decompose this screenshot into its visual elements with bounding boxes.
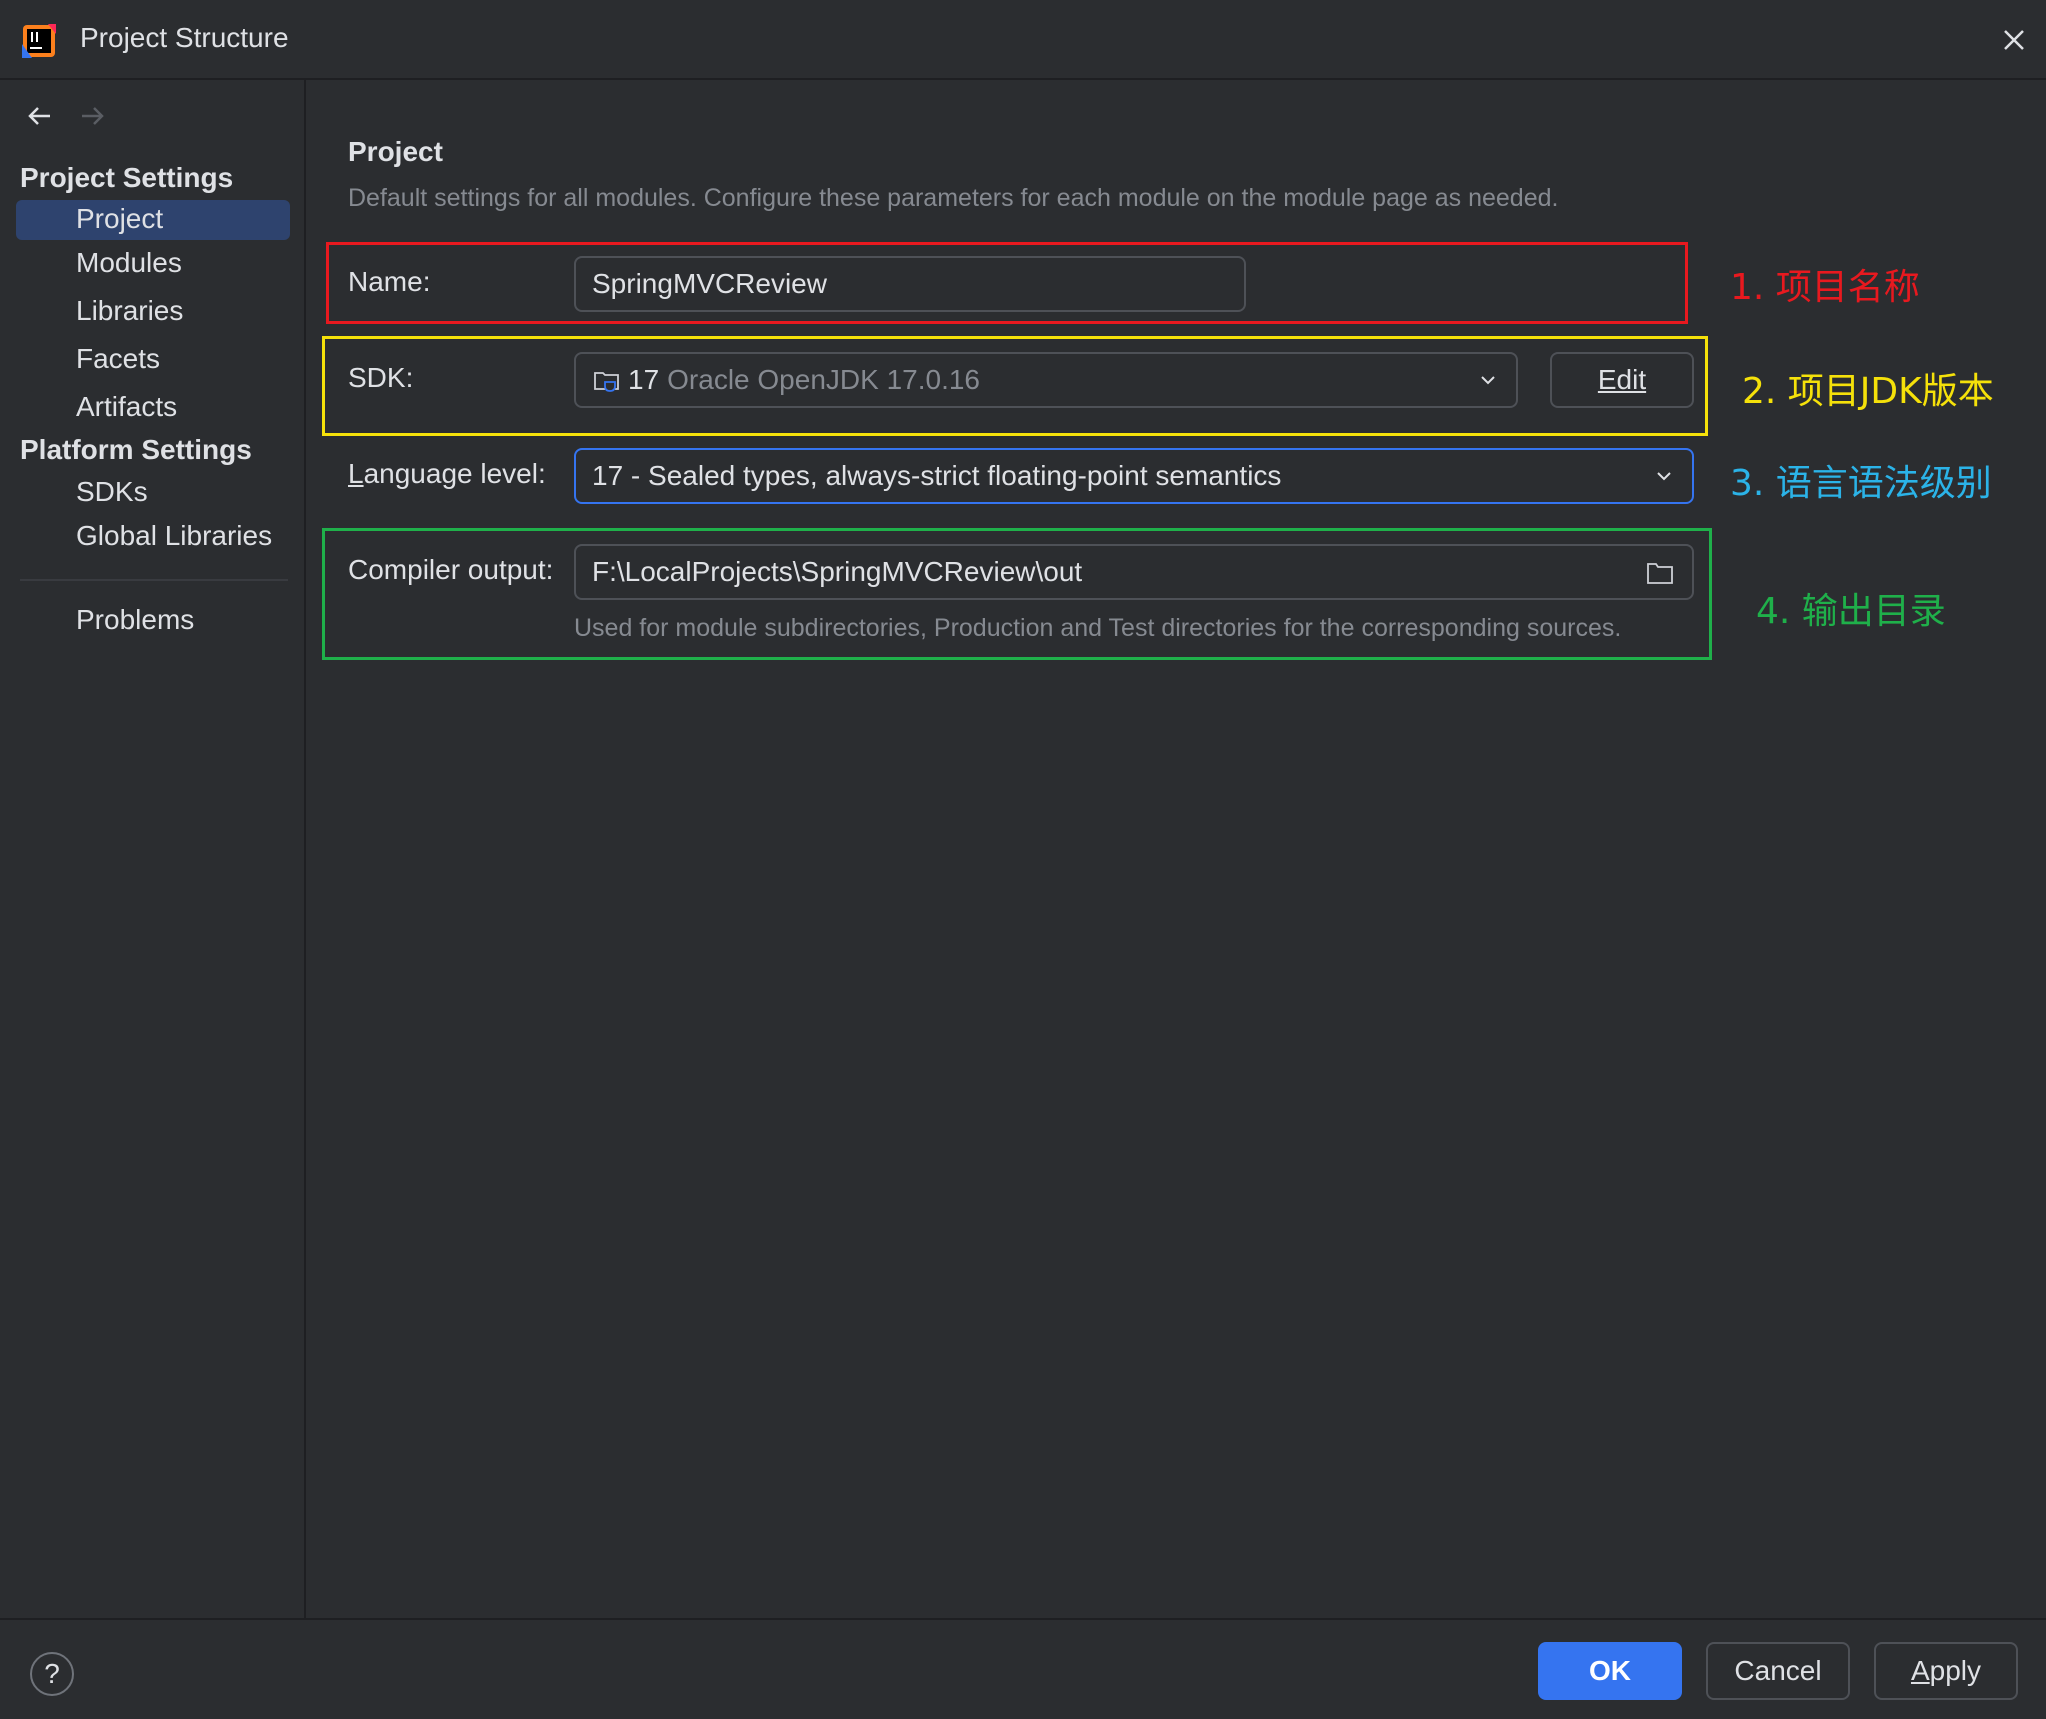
- annotation-3: 3. 语言语法级别: [1730, 463, 1992, 504]
- annotation-box-sdk: [322, 336, 1708, 436]
- help-button[interactable]: ?: [30, 1652, 74, 1696]
- project-settings-header: Project Settings: [20, 162, 234, 193]
- cancel-button-label: Cancel: [1734, 1655, 1822, 1686]
- forward-arrow-icon[interactable]: [76, 100, 108, 132]
- chevron-down-icon: [1657, 472, 1671, 481]
- sidebar-item-facets[interactable]: Facets: [76, 343, 160, 375]
- window-title: Project Structure: [80, 22, 289, 53]
- dialog-footer: ? OK Cancel Apply: [0, 1618, 2046, 1719]
- page-title: Project: [348, 136, 443, 167]
- sidebar-item-libraries[interactable]: Libraries: [76, 295, 183, 327]
- sidebar-item-modules[interactable]: Modules: [76, 247, 182, 279]
- annotation-box-name: [326, 242, 1688, 324]
- ok-button[interactable]: OK: [1538, 1642, 1682, 1700]
- sidebar-item-artifacts[interactable]: Artifacts: [76, 391, 177, 423]
- sidebar-item-project[interactable]: Project: [76, 203, 163, 235]
- intellij-logo-icon: [22, 24, 56, 58]
- annotation-box-compiler-output: [322, 528, 1712, 660]
- ok-button-label: OK: [1589, 1655, 1631, 1686]
- sidebar-item-sdks[interactable]: SDKs: [76, 476, 148, 508]
- sidebar-separator: [20, 579, 288, 581]
- annotation-1: 1. 项目名称: [1730, 267, 1920, 308]
- language-level-dropdown[interactable]: 17 - Sealed types, always-strict floatin…: [574, 448, 1694, 504]
- title-bar: Project Structure: [0, 0, 2046, 80]
- language-level-value: 17 - Sealed types, always-strict floatin…: [592, 460, 1282, 491]
- back-arrow-icon[interactable]: [24, 100, 56, 132]
- apply-button[interactable]: Apply: [1874, 1642, 2018, 1700]
- sidebar: Project Settings Project Modules Librari…: [0, 80, 306, 1618]
- annotation-4: 4. 输出目录: [1756, 591, 1946, 632]
- annotation-2: 2. 项目JDK版本: [1742, 371, 1994, 412]
- apply-button-label: Apply: [1910, 1655, 1982, 1686]
- sidebar-item-global-libraries[interactable]: Global Libraries: [76, 520, 272, 552]
- cancel-button[interactable]: Cancel: [1706, 1642, 1850, 1700]
- language-level-label: Language level:: [348, 458, 546, 489]
- page-description: Default settings for all modules. Config…: [348, 184, 1559, 212]
- help-icon: ?: [44, 1658, 60, 1689]
- sidebar-item-problems[interactable]: Problems: [76, 604, 194, 636]
- platform-settings-header: Platform Settings: [20, 434, 252, 465]
- close-icon[interactable]: [1996, 22, 2032, 58]
